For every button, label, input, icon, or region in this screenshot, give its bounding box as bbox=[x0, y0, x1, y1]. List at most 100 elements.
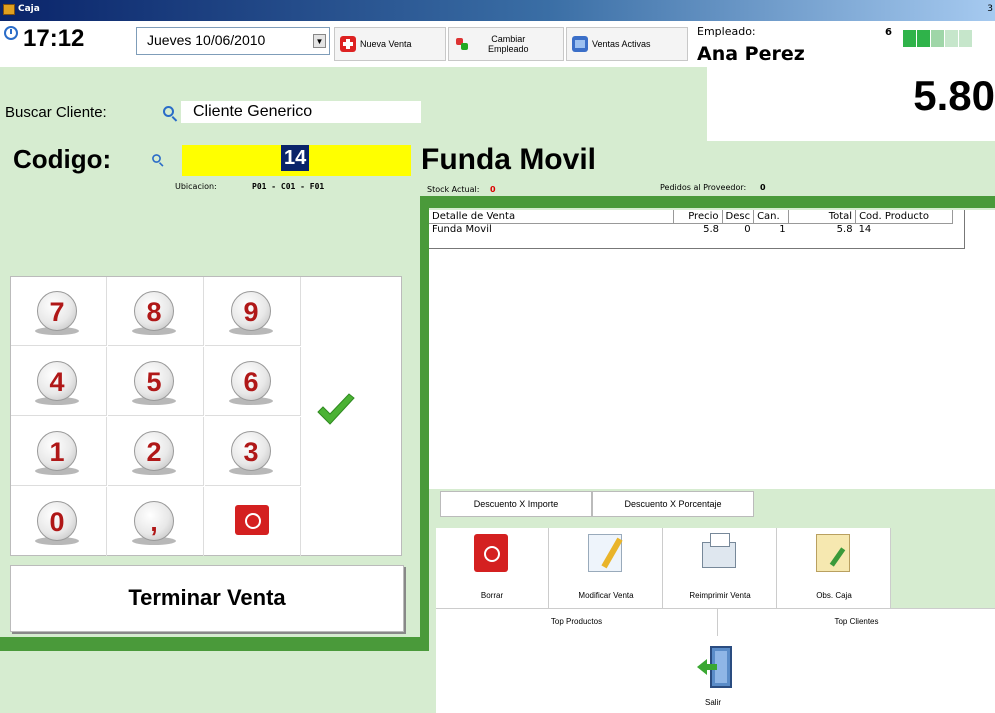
cell-cantidad: 1 bbox=[779, 224, 786, 235]
codigo-value: 14 bbox=[281, 145, 310, 171]
tab-descuento-importe[interactable]: Descuento X Importe bbox=[440, 491, 592, 517]
nueva-venta-button[interactable]: Nueva Venta bbox=[334, 27, 446, 61]
key-label: 3 bbox=[231, 431, 271, 471]
cambiar-label-line2: Empleado bbox=[488, 44, 529, 54]
date-picker[interactable]: Jueves 10/06/2010 ▼ bbox=[136, 27, 330, 55]
search-icon[interactable] bbox=[163, 106, 174, 117]
tab-top-productos[interactable]: Top Productos bbox=[436, 609, 718, 637]
date-value: Jueves 10/06/2010 bbox=[147, 32, 266, 48]
column-header[interactable]: Desc bbox=[722, 210, 755, 224]
key-label: 2 bbox=[134, 431, 174, 471]
ventas-activas-icon bbox=[572, 36, 588, 52]
checkmark-icon[interactable] bbox=[316, 392, 356, 430]
codigo-label: Codigo: bbox=[13, 144, 112, 174]
plus-icon bbox=[340, 36, 356, 52]
search-icon[interactable] bbox=[152, 154, 161, 163]
status-segment bbox=[931, 30, 944, 47]
key-clear[interactable] bbox=[205, 487, 301, 556]
cambiar-empleado-label: Cambiar Empleado bbox=[488, 34, 529, 54]
terminar-venta-label: Terminar Venta bbox=[128, 585, 286, 610]
tab-label: Descuento X Porcentaje bbox=[624, 499, 722, 509]
key-8[interactable]: 8 bbox=[108, 277, 204, 346]
key-label: 1 bbox=[37, 431, 77, 471]
key-comma[interactable]: , bbox=[108, 487, 204, 556]
sale-detail-grid[interactable]: Detalle de Venta Precio Desc Can. Total … bbox=[429, 210, 995, 489]
cell-cod-producto: 14 bbox=[858, 224, 872, 235]
tops-bar: Top Productos Top Clientes bbox=[436, 608, 995, 637]
terminar-venta-button[interactable]: Terminar Venta bbox=[10, 565, 404, 632]
key-6[interactable]: 6 bbox=[205, 347, 301, 416]
ventas-activas-label: Ventas Activas bbox=[592, 39, 651, 49]
key-label: 0 bbox=[37, 501, 77, 541]
empleado-count: 6 bbox=[885, 27, 892, 38]
ubicacion-label: Ubicacion: bbox=[175, 182, 217, 191]
obs-caja-button[interactable]: Obs. Caja bbox=[778, 528, 891, 608]
exit-door-icon[interactable] bbox=[695, 645, 735, 689]
borrar-button[interactable]: Borrar bbox=[436, 528, 549, 608]
clock-time: 17:12 bbox=[23, 25, 85, 52]
table-row[interactable]: Funda Movil 5.8 0 1 5.8 14 bbox=[429, 224, 953, 235]
tab-label: Top Clientes bbox=[834, 617, 879, 626]
status-segment bbox=[959, 30, 972, 47]
key-label: 7 bbox=[37, 291, 77, 331]
cell-desc: 0 bbox=[744, 224, 751, 235]
key-7[interactable]: 7 bbox=[11, 277, 107, 346]
frame-top bbox=[420, 196, 995, 208]
ubicacion-value: P01 - C01 - F01 bbox=[252, 182, 325, 191]
pedidos-value: 0 bbox=[760, 183, 766, 192]
status-segment bbox=[917, 30, 930, 47]
cell-detalle: Funda Movil bbox=[432, 224, 492, 235]
key-9[interactable]: 9 bbox=[205, 277, 301, 346]
column-header[interactable]: Detalle de Venta bbox=[429, 210, 674, 224]
chevron-down-icon[interactable]: ▼ bbox=[313, 34, 326, 48]
pedidos-label: Pedidos al Proveedor: bbox=[660, 183, 747, 192]
table-header-row: Detalle de Venta Precio Desc Can. Total … bbox=[429, 210, 954, 224]
grid-rule bbox=[429, 248, 964, 249]
reimprimir-label: Reimprimir Venta bbox=[689, 591, 751, 600]
key-3[interactable]: 3 bbox=[205, 417, 301, 486]
action-bar: Borrar Modificar Venta Reimprimir Venta … bbox=[436, 528, 891, 608]
borrar-label: Borrar bbox=[480, 591, 504, 600]
tab-label: Top Productos bbox=[550, 617, 603, 626]
window-title: Caja bbox=[18, 4, 40, 14]
modificar-label: Modificar Venta bbox=[578, 591, 634, 600]
key-label: 6 bbox=[231, 361, 271, 401]
key-4[interactable]: 4 bbox=[11, 347, 107, 416]
printer-icon bbox=[702, 533, 736, 568]
key-label: 5 bbox=[134, 361, 174, 401]
empleado-name: Ana Perez bbox=[697, 43, 805, 65]
buscar-cliente-label: Buscar Cliente: bbox=[5, 104, 107, 121]
key-1[interactable]: 1 bbox=[11, 417, 107, 486]
reimprimir-venta-button[interactable]: Reimprimir Venta bbox=[664, 528, 777, 608]
sale-detail-table: Detalle de Venta Precio Desc Can. Total … bbox=[429, 210, 954, 235]
frame-bottom bbox=[0, 637, 429, 651]
edit-document-icon bbox=[588, 534, 622, 572]
cambiar-label-line1: Cambiar bbox=[491, 34, 526, 44]
tab-top-clientes[interactable]: Top Clientes bbox=[718, 609, 995, 637]
key-2[interactable]: 2 bbox=[108, 417, 204, 486]
cliente-field[interactable]: Cliente Generico bbox=[181, 101, 421, 123]
cambiar-empleado-button[interactable]: Cambiar Empleado bbox=[448, 27, 564, 61]
column-header[interactable]: Total bbox=[788, 210, 857, 224]
key-label: , bbox=[134, 501, 174, 541]
key-label: 4 bbox=[37, 361, 77, 401]
stock-value: 0 bbox=[490, 185, 496, 194]
key-5[interactable]: 5 bbox=[108, 347, 204, 416]
column-header[interactable]: Precio bbox=[673, 210, 723, 224]
clock-icon bbox=[4, 26, 18, 40]
status-segment bbox=[903, 30, 916, 47]
column-header[interactable]: Cod. Producto bbox=[855, 210, 954, 224]
ventas-activas-button[interactable]: Ventas Activas bbox=[566, 27, 688, 61]
column-header[interactable]: Can. bbox=[753, 210, 790, 224]
trash-icon bbox=[474, 534, 508, 572]
salir-label[interactable]: Salir bbox=[705, 698, 721, 707]
window-corner-mark: 3 bbox=[987, 4, 993, 14]
tab-descuento-porcentaje[interactable]: Descuento X Porcentaje bbox=[592, 491, 754, 517]
cell-precio: 5.8 bbox=[703, 224, 719, 235]
grid-rule bbox=[964, 210, 965, 249]
cell-total: 5.8 bbox=[836, 224, 853, 235]
notepad-icon bbox=[816, 534, 850, 572]
stock-label: Stock Actual: bbox=[427, 185, 480, 194]
modificar-venta-button[interactable]: Modificar Venta bbox=[550, 528, 663, 608]
key-0[interactable]: 0 bbox=[11, 487, 107, 556]
